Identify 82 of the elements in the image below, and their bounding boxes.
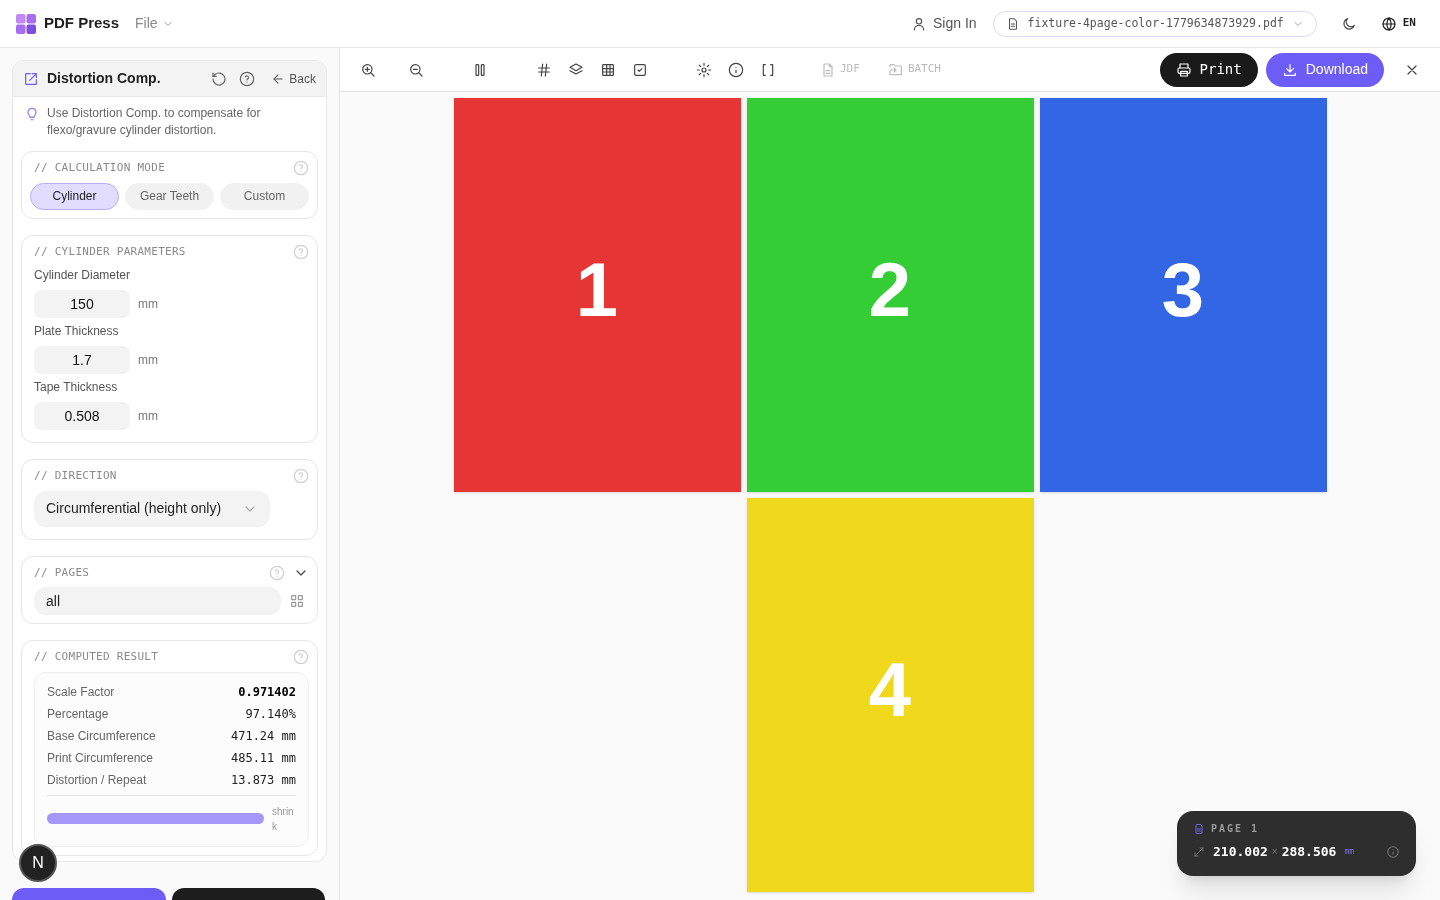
help-icon xyxy=(293,468,309,485)
lightbulb-icon xyxy=(25,107,39,121)
pdf-page[interactable]: 3 xyxy=(1039,98,1327,492)
download-icon xyxy=(1281,61,1298,78)
result-value: 13.873 mm xyxy=(230,771,296,789)
section-heading: // DIRECTION xyxy=(34,468,117,484)
result-value: 485.11 mm xyxy=(230,749,296,767)
info-icon xyxy=(1386,844,1400,859)
field-label: Tape Thickness xyxy=(34,379,119,396)
table-icon xyxy=(600,61,616,78)
number-field[interactable]: 150 xyxy=(34,290,130,318)
pages-field[interactable]: all xyxy=(34,587,281,615)
tip-text: Use Distortion Comp. to compensate for flexo/gravure cylinder distortion. xyxy=(47,105,262,139)
batch-icon xyxy=(887,61,904,78)
mode-button[interactable]: Custom xyxy=(220,182,309,210)
field-label: Cylinder Diameter xyxy=(34,267,132,284)
reset-icon xyxy=(211,70,228,87)
meter-label: shrin k xyxy=(272,804,295,834)
result-label: Print Circumference xyxy=(47,749,154,767)
result-label: Distortion / Repeat xyxy=(47,771,147,789)
unit-label: mm xyxy=(138,352,158,369)
doc-icon xyxy=(820,61,836,78)
help-icon xyxy=(269,564,285,581)
moon-icon xyxy=(1340,15,1357,32)
pdf-page[interactable]: 1 xyxy=(453,98,741,492)
hash-icon xyxy=(536,61,552,78)
back-button[interactable]: Back xyxy=(271,69,316,88)
result-label: Scale Factor xyxy=(47,683,115,701)
unit-label: mm xyxy=(138,408,158,425)
avatar-badge[interactable]: N xyxy=(19,844,57,882)
number-field[interactable]: 0.508 xyxy=(34,402,130,430)
download-button[interactable]: Download xyxy=(1265,52,1384,87)
arrow-left-icon xyxy=(271,71,286,86)
section-heading: // PAGES xyxy=(34,564,90,581)
page-info-title: PAGE 1 xyxy=(1211,822,1260,836)
grid-icon xyxy=(289,593,305,609)
file-menu[interactable]: File xyxy=(135,13,174,34)
page-height: 288.506 xyxy=(1281,843,1337,861)
field-label: Plate Thickness xyxy=(34,323,120,340)
direction-select[interactable]: Circumferential (height only) xyxy=(34,490,270,527)
number-field[interactable]: 1.7 xyxy=(34,346,130,374)
zoom-out-icon xyxy=(408,61,424,78)
info-icon xyxy=(728,61,744,78)
page-number: 3 xyxy=(1161,246,1205,334)
section-heading: // CALCULATION MODE xyxy=(34,160,166,176)
zoom-in-icon xyxy=(360,61,376,78)
edit-icon xyxy=(23,70,39,87)
brackets-icon xyxy=(760,61,776,78)
mode-button[interactable]: Gear Teeth xyxy=(125,182,214,210)
page-number: 2 xyxy=(868,246,912,334)
unit-label: mm xyxy=(1344,845,1355,858)
checkbox-icon xyxy=(632,61,648,78)
columns-icon xyxy=(472,61,488,78)
result-label: Base Circumference xyxy=(47,727,156,745)
result-value: 471.24 mm xyxy=(230,727,296,745)
result-value: 97.140% xyxy=(245,705,296,723)
page-number: 1 xyxy=(575,246,619,334)
help-icon xyxy=(293,649,309,666)
section-heading: // CYLINDER PARAMETERS xyxy=(34,243,186,260)
mode-button[interactable]: Cylinder xyxy=(30,182,119,210)
app-logo-icon xyxy=(16,13,36,34)
app-name: PDF Press xyxy=(44,13,120,34)
document-icon xyxy=(1193,822,1205,835)
settings-icon xyxy=(696,61,712,78)
page-number: 4 xyxy=(868,646,912,734)
print-button[interactable]: Print xyxy=(1159,52,1258,87)
sign-in-button[interactable]: Sign In xyxy=(910,13,977,34)
help-icon xyxy=(293,160,309,177)
printer-icon xyxy=(1175,61,1192,78)
section-heading: // COMPUTED RESULT xyxy=(34,649,159,665)
theme-toggle[interactable] xyxy=(1340,15,1357,32)
page-width: 210.002 xyxy=(1213,843,1268,861)
resize-icon xyxy=(1193,845,1205,858)
panel-title: Distortion Comp. xyxy=(47,69,162,88)
help-icon xyxy=(293,243,309,260)
times-sign: × xyxy=(1271,845,1278,860)
unit-label: mm xyxy=(138,296,158,313)
globe-icon xyxy=(1380,15,1397,32)
result-label: Percentage xyxy=(47,705,109,723)
language-button[interactable]: EN xyxy=(1380,15,1416,32)
result-value: 0.971402 xyxy=(238,683,296,701)
help-icon xyxy=(239,70,256,87)
